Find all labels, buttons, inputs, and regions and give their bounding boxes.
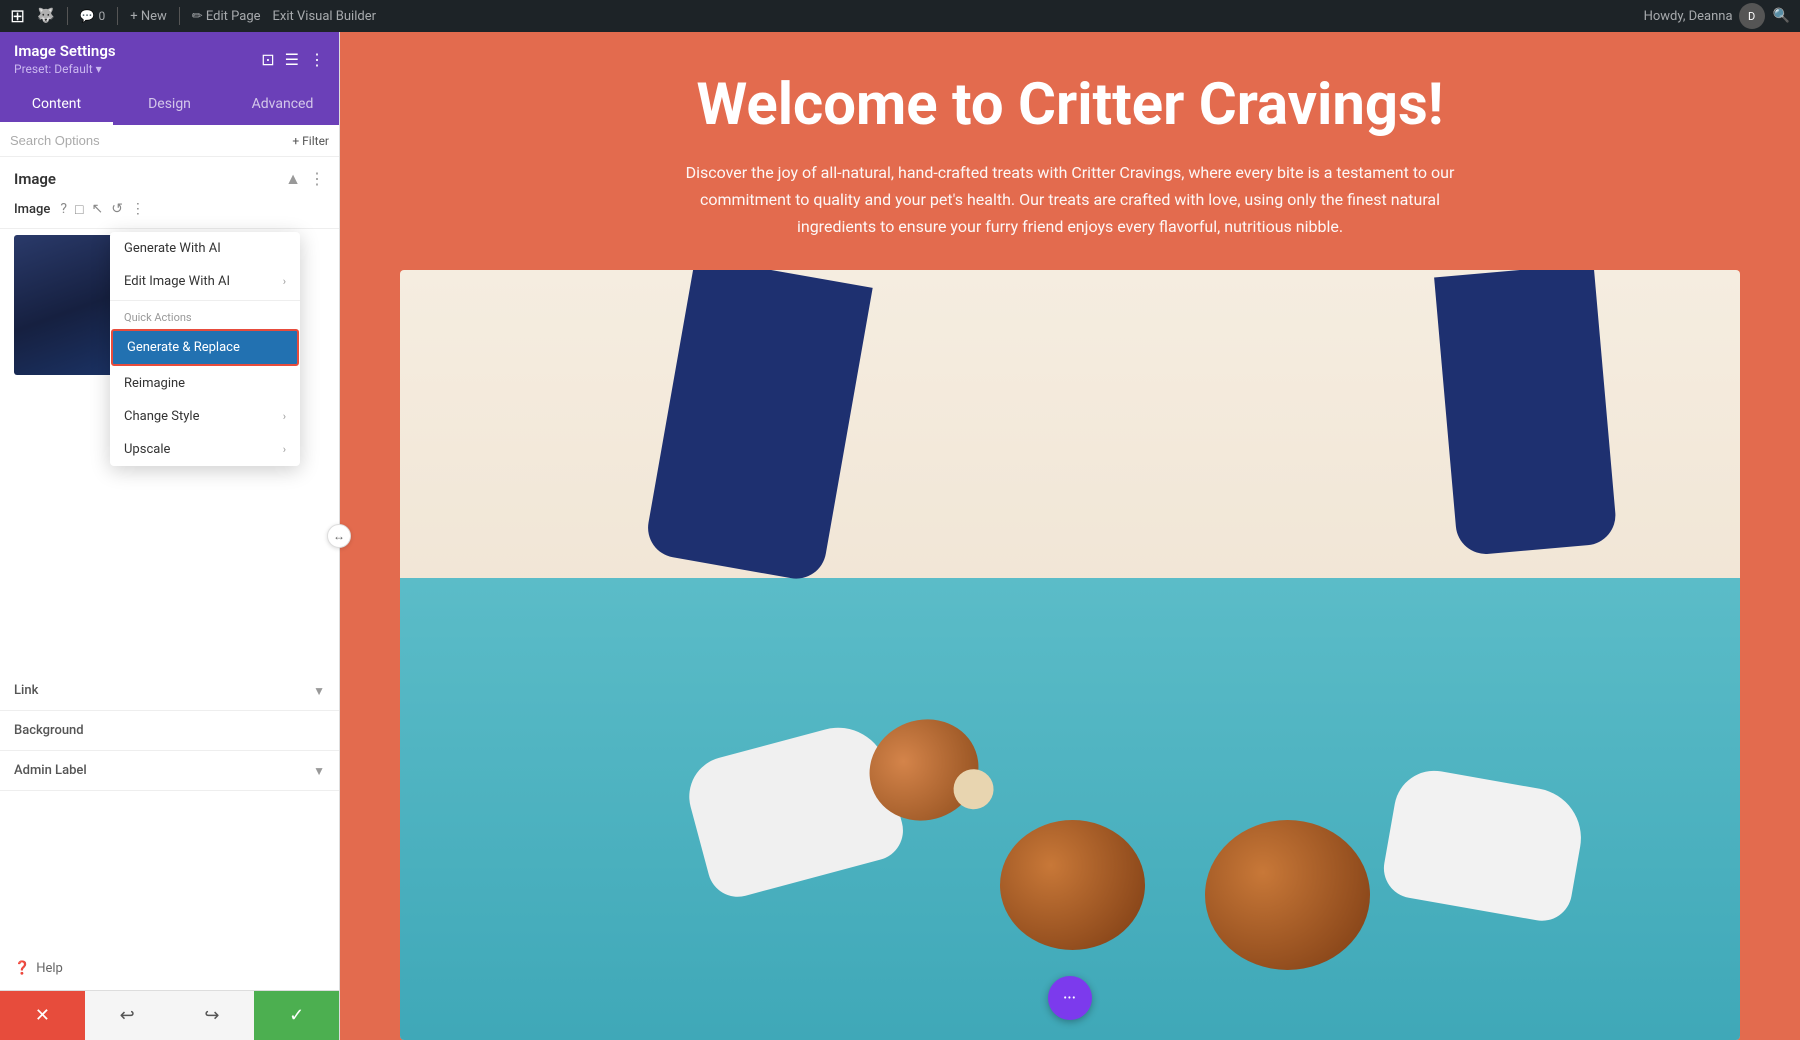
cancel-icon: ✕	[35, 1005, 50, 1026]
sidebar-more-icon[interactable]: ⋮	[309, 50, 325, 69]
left-arm	[643, 270, 872, 583]
main-content-area: Welcome to Critter Cravings! Discover th…	[340, 32, 1800, 1040]
comment-bubble-icon: 💬	[80, 9, 95, 23]
upscale-chevron-icon: ›	[283, 443, 286, 456]
image-more-icon[interactable]: ⋮	[131, 201, 145, 218]
generate-with-ai-item[interactable]: Generate With AI	[110, 232, 300, 265]
generate-ai-label: Generate With AI	[124, 241, 221, 256]
help-label[interactable]: Help	[36, 961, 63, 976]
redo-icon: ↪	[204, 1005, 219, 1026]
sidebar-expand-icon[interactable]: ⊡	[261, 50, 274, 69]
user-avatar[interactable]: D	[1739, 3, 1765, 29]
edit-image-with-ai-item[interactable]: Edit Image With AI ›	[110, 265, 300, 298]
sidebar-title: Image Settings	[14, 42, 116, 60]
admin-bar: ⊞ 🐺 💬 0 + New ✏ Edit Page Exit Visual Bu…	[0, 0, 1800, 32]
reimagine-item[interactable]: Reimagine	[110, 367, 300, 400]
image-reset-icon[interactable]: ↺	[111, 201, 123, 218]
link-section: Link ▼	[0, 671, 339, 711]
tab-advanced[interactable]: Advanced	[226, 86, 339, 125]
cancel-button[interactable]: ✕	[0, 991, 85, 1040]
fab-icon: •••	[1063, 993, 1076, 1004]
change-style-label: Change Style	[124, 409, 199, 424]
main-layout: Image Settings Preset: Default ▾ ⊡ ☰ ⋮ C…	[0, 32, 1800, 1040]
comment-count: 0	[98, 9, 105, 23]
sidebar-search-bar: + Filter	[0, 125, 339, 157]
divider	[67, 7, 68, 25]
admin-label-section: Admin Label ▼	[0, 751, 339, 791]
sidebar: Image Settings Preset: Default ▾ ⊡ ☰ ⋮ C…	[0, 32, 340, 1040]
menu-divider	[110, 300, 300, 301]
search-input[interactable]	[10, 133, 286, 148]
help-icon[interactable]: ❓	[14, 961, 30, 976]
sidebar-header: Image Settings Preset: Default ▾ ⊡ ☰ ⋮	[0, 32, 339, 86]
section-title: Image	[14, 170, 56, 188]
upscale-label: Upscale	[124, 442, 170, 457]
edit-image-ai-label: Edit Image With AI	[124, 274, 230, 289]
cookie-image-section: •••	[400, 270, 1740, 1040]
image-label-row: Image ? □ ↖ ↺ ⋮	[0, 195, 339, 229]
change-style-item[interactable]: Change Style ›	[110, 400, 300, 433]
quick-actions-label: Quick Actions	[110, 303, 300, 328]
fab-button[interactable]: •••	[1048, 976, 1092, 1020]
reimagine-label: Reimagine	[124, 376, 185, 391]
image-field-label: Image	[14, 202, 50, 217]
generate-replace-label: Generate & Replace	[127, 340, 240, 355]
sidebar-tabs: Content Design Advanced	[0, 86, 339, 125]
bottom-bar: ✕ ↩ ↪ ✓	[0, 990, 339, 1040]
howdy-label: Howdy, Deanna D	[1644, 3, 1765, 29]
upscale-item[interactable]: Upscale ›	[110, 433, 300, 466]
tab-design[interactable]: Design	[113, 86, 226, 125]
cookie-scene-bg	[400, 270, 1740, 1040]
chevron-right-icon: ›	[283, 275, 286, 288]
background-section-title: Background	[14, 723, 84, 738]
filter-button[interactable]: + Filter	[292, 134, 329, 148]
context-menu: Generate With AI Edit Image With AI › Qu…	[110, 232, 300, 466]
tab-content[interactable]: Content	[0, 86, 113, 125]
new-button[interactable]: + New	[130, 9, 167, 24]
link-section-title: Link	[14, 683, 38, 698]
image-help-icon[interactable]: ?	[60, 201, 67, 218]
edit-page-button[interactable]: ✏ Edit Page	[192, 9, 261, 24]
divider2	[117, 7, 118, 25]
wordpress-logo-icon[interactable]: ⊞	[10, 6, 25, 27]
background-section: Background	[0, 711, 339, 751]
center-cookie	[1000, 820, 1145, 950]
right-cookie	[1205, 820, 1370, 970]
image-cursor-icon[interactable]: ↖	[91, 201, 103, 218]
howdy-text: Howdy, Deanna	[1644, 9, 1733, 24]
help-section: ❓ Help	[0, 947, 339, 990]
section-more-icon[interactable]: ⋮	[309, 169, 325, 189]
image-section-header: Image ▲ ⋮	[0, 157, 339, 195]
generate-replace-item[interactable]: Generate & Replace	[111, 329, 299, 366]
admin-label-expand-icon[interactable]: ▼	[313, 764, 325, 778]
hero-title: Welcome to Critter Cravings!	[400, 72, 1740, 139]
comment-icon[interactable]: 💬 0	[80, 9, 106, 23]
redo-button[interactable]: ↪	[170, 991, 255, 1040]
preset-selector[interactable]: Preset: Default ▾	[14, 62, 116, 76]
sidebar-columns-icon[interactable]: ☰	[285, 50, 299, 69]
undo-button[interactable]: ↩	[85, 991, 170, 1040]
image-copy-icon[interactable]: □	[75, 201, 83, 218]
save-button[interactable]: ✓	[254, 991, 339, 1040]
divider3	[179, 7, 180, 25]
hero-subtitle: Discover the joy of all-natural, hand-cr…	[680, 159, 1460, 241]
page-hero-content: Welcome to Critter Cravings! Discover th…	[340, 32, 1800, 270]
undo-icon: ↩	[120, 1005, 135, 1026]
admin-search-icon[interactable]: 🔍	[1773, 8, 1790, 24]
save-icon: ✓	[289, 1005, 304, 1026]
right-arm	[1434, 270, 1618, 556]
link-expand-icon[interactable]: ▼	[313, 684, 325, 698]
sidebar-resize-handle[interactable]: ↔	[327, 524, 351, 548]
exit-visual-builder-button[interactable]: Exit Visual Builder	[273, 9, 376, 24]
change-style-chevron-icon: ›	[283, 410, 286, 423]
woocommerce-icon[interactable]: 🐺	[37, 8, 54, 24]
section-collapse-icon[interactable]: ▲	[285, 169, 301, 189]
admin-label-title: Admin Label	[14, 763, 87, 778]
